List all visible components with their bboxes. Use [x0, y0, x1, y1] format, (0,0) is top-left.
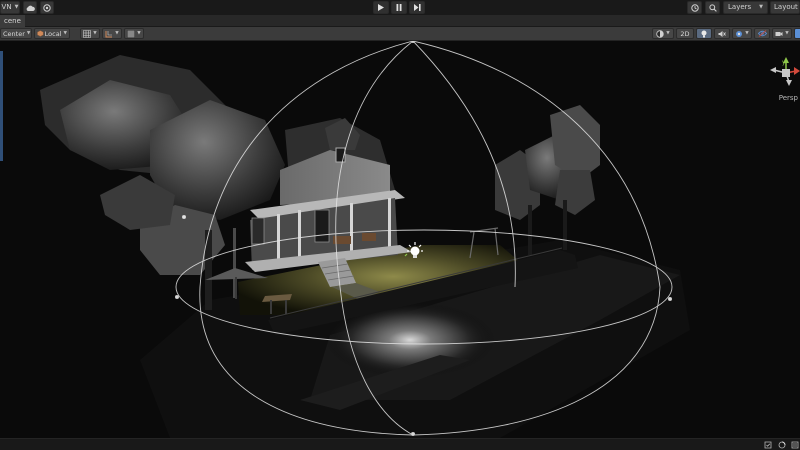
tab-scene-label: cene: [4, 17, 21, 25]
pivot-mode-label: Center: [3, 29, 25, 38]
mode-2d-label: 2D: [680, 29, 690, 38]
effects-icon: [736, 30, 743, 37]
notifications-icon[interactable]: [790, 441, 799, 449]
perspective-label[interactable]: Persp: [779, 94, 798, 102]
scene-render: [0, 41, 800, 438]
chevron-down-icon: ▼: [14, 4, 19, 10]
pivot-mode-dropdown[interactable]: Center ▼: [0, 28, 32, 39]
play-button[interactable]: [373, 1, 389, 14]
effects-dropdown[interactable]: ▼: [732, 28, 752, 39]
account-dropdown[interactable]: VN ▼: [0, 1, 20, 14]
chevron-down-icon: ▼: [63, 31, 67, 36]
chevron-down-icon: ▼: [26, 31, 31, 36]
increment-snap-dropdown[interactable]: ▼: [102, 28, 122, 39]
chevron-down-icon: ▼: [93, 31, 97, 36]
camera-settings-dropdown[interactable]: ▼: [772, 28, 792, 39]
chevron-down-icon: ▼: [759, 4, 763, 10]
layers-label: Layers: [728, 3, 752, 11]
step-button[interactable]: [409, 1, 425, 14]
step-icon: [413, 4, 421, 11]
local-space-icon: [37, 30, 44, 37]
chevron-down-icon: ▼: [115, 31, 119, 36]
toggle-audio-button[interactable]: [714, 28, 730, 39]
progress-icon[interactable]: [777, 441, 786, 449]
collab-button[interactable]: [40, 1, 54, 14]
collab-icon: [43, 3, 51, 12]
grid-icon: [83, 29, 92, 38]
status-bar: [0, 438, 800, 450]
layout-dropdown[interactable]: Layout: [770, 1, 800, 14]
visibility-icon: [757, 30, 767, 37]
pivot-space-label: Local: [44, 29, 62, 38]
grid-visibility-dropdown[interactable]: ▼: [124, 28, 144, 39]
cloud-icon: [26, 5, 35, 11]
gizmos-toggle-button[interactable]: [794, 28, 800, 39]
pause-button[interactable]: [391, 1, 407, 14]
scene-view-toolbar: Center ▼ Local ▼ ▼ ▼ ▼ ▼ 2D ▼ ▼: [0, 27, 800, 41]
snap-icon: [105, 30, 113, 37]
search-icon: [708, 3, 717, 12]
play-icon: [378, 4, 384, 11]
layers-dropdown[interactable]: Layers ▼: [723, 1, 768, 14]
viewport-edge-handle[interactable]: [0, 51, 3, 161]
history-icon: [690, 3, 699, 12]
camera-icon: [775, 31, 783, 36]
scene-visibility-button[interactable]: [754, 28, 770, 39]
history-button[interactable]: [687, 1, 702, 14]
pivot-space-dropdown[interactable]: Local ▼: [34, 28, 70, 39]
chevron-down-icon: ▼: [785, 31, 789, 36]
pause-icon: [396, 4, 402, 11]
grid-snap-dropdown[interactable]: ▼: [80, 28, 100, 39]
main-toolbar: VN ▼ Layers ▼ Layout: [0, 0, 800, 15]
chevron-down-icon: ▼: [137, 31, 141, 36]
scene-tab-bar: cene: [0, 15, 800, 27]
gizmo-axis-y-label: y: [782, 59, 786, 66]
audio-icon: [718, 30, 726, 37]
toggle-2d-button[interactable]: 2D: [676, 28, 694, 39]
light-bulb-icon: [701, 30, 707, 37]
toggle-lighting-button[interactable]: [696, 28, 712, 39]
chevron-down-icon: ▼: [745, 31, 749, 36]
shading-mode-icon: [656, 29, 664, 38]
grid-visibility-icon: [127, 30, 135, 37]
debug-icon[interactable]: [763, 441, 772, 449]
layout-label: Layout: [774, 3, 798, 11]
search-button[interactable]: [705, 1, 720, 14]
tab-scene[interactable]: cene: [0, 15, 25, 27]
chevron-down-icon: ▼: [666, 31, 670, 36]
account-label: VN: [1, 3, 12, 11]
scene-viewport[interactable]: y Persp: [0, 41, 800, 438]
draw-mode-dropdown[interactable]: ▼: [652, 28, 674, 39]
cloud-button[interactable]: [23, 1, 37, 14]
